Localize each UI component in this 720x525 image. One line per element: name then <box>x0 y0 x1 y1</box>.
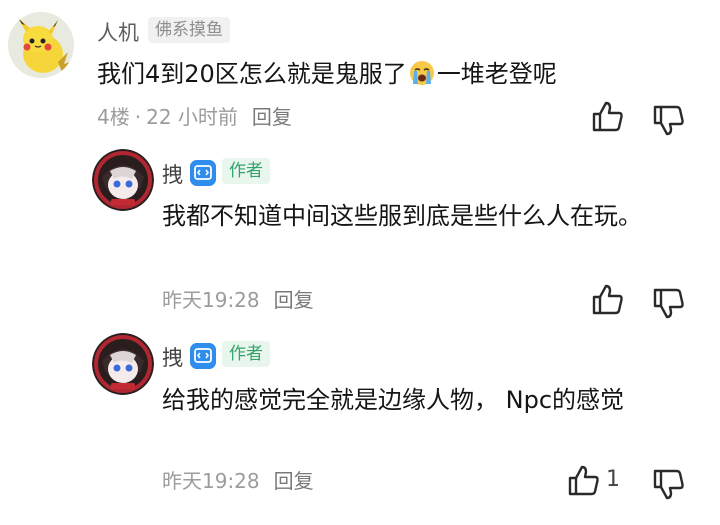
comment-text-part1: 我们4到20区怎么就是鬼服了 <box>97 60 407 88</box>
dislike-icon[interactable] <box>651 102 687 138</box>
anime-character-avatar-icon <box>92 333 154 395</box>
crying-face-emoji-icon <box>409 61 434 85</box>
like-icon[interactable] <box>566 463 602 499</box>
author-badge: 作者 <box>222 158 270 184</box>
reply-button[interactable]: 回复 <box>252 105 292 129</box>
pikachu-avatar-icon <box>8 12 74 78</box>
reply-username[interactable]: 拽 <box>162 342 183 372</box>
dislike-icon[interactable] <box>651 466 687 502</box>
reply-button[interactable]: 回复 <box>274 288 314 312</box>
reply-content: 我都不知道中间这些服到底是些什么人在玩。 <box>162 202 642 230</box>
comment-content: 我们4到20区怎么就是鬼服了 一堆老登呢 <box>97 56 677 92</box>
reply-avatar[interactable] <box>92 333 154 395</box>
like-icon[interactable] <box>590 99 626 135</box>
reply-button[interactable]: 回复 <box>274 469 314 493</box>
comment-meta: 4楼 · 22 小时前 回复 <box>97 104 292 130</box>
reply-time: 昨天19:28 <box>162 469 260 493</box>
anime-character-avatar-icon <box>92 149 154 211</box>
comment-time: 22 小时前 <box>146 105 238 129</box>
reply-meta: 昨天19:28 回复 <box>162 468 314 494</box>
meta-separator: · <box>134 105 142 129</box>
comment-text-part2: 一堆老登呢 <box>436 60 557 88</box>
author-badge: 作者 <box>222 341 270 367</box>
comment-username[interactable]: 人机 <box>97 17 139 47</box>
user-tag-badge: 佛系摸鱼 <box>148 17 230 43</box>
floor-number: 4楼 <box>97 105 130 129</box>
author-badge-icon <box>190 160 216 186</box>
reply-time: 昨天19:28 <box>162 288 260 312</box>
reply-content: 给我的感觉完全就是边缘人物， Npc的感觉 <box>162 386 625 414</box>
reply-meta: 昨天19:28 回复 <box>162 287 314 313</box>
author-badge-icon <box>190 343 216 369</box>
dislike-icon[interactable] <box>651 285 687 321</box>
like-icon[interactable] <box>590 282 626 318</box>
like-count: 1 <box>606 467 620 492</box>
reply-avatar[interactable] <box>92 149 154 211</box>
user-avatar[interactable] <box>8 12 74 78</box>
reply-username[interactable]: 拽 <box>162 159 183 189</box>
